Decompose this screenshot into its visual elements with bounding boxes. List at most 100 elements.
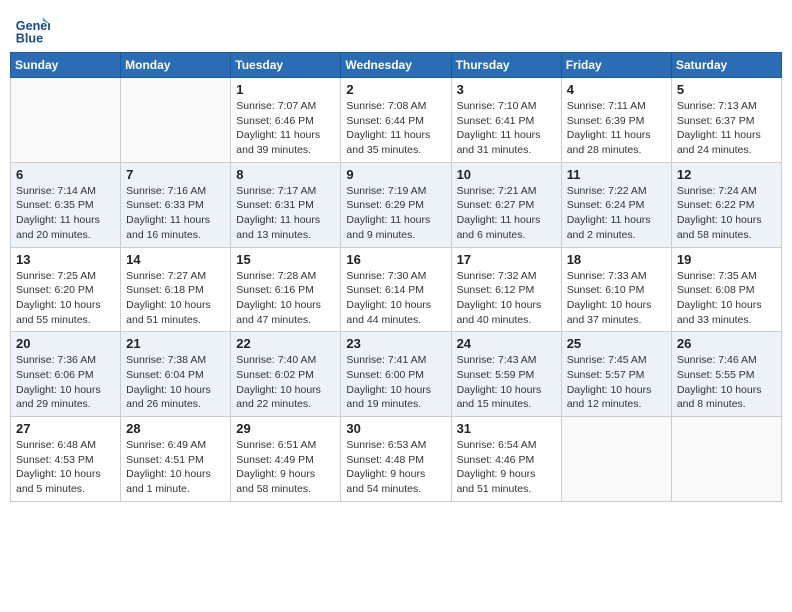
day-info: Sunrise: 7:16 AMSunset: 6:33 PMDaylight:…	[126, 184, 225, 243]
calendar-cell: 17 Sunrise: 7:32 AMSunset: 6:12 PMDayligh…	[451, 247, 561, 332]
day-info: Sunrise: 7:43 AMSunset: 5:59 PMDaylight:…	[457, 353, 556, 412]
calendar-cell: 2Sunrise: 7:08 AMSunset: 6:44 PMDaylight…	[341, 78, 451, 163]
logo-icon: General Blue	[14, 10, 50, 46]
calendar-cell: 10 Sunrise: 7:21 AMSunset: 6:27 PMDayligh…	[451, 162, 561, 247]
day-info: Sunrise: 7:19 AMSunset: 6:29 PMDaylight:…	[346, 184, 445, 243]
day-number: 29	[236, 421, 335, 436]
day-number: 31	[457, 421, 556, 436]
weekday-header-saturday: Saturday	[671, 53, 781, 78]
calendar-cell: 14Sunrise: 7:27 AMSunset: 6:18 PMDayligh…	[121, 247, 231, 332]
day-number: 13	[16, 252, 115, 267]
day-info: Sunrise: 6:48 AMSunset: 4:53 PMDaylight:…	[16, 438, 115, 497]
day-info: Sunrise: 7:33 AMSunset: 6:10 PMDaylight:…	[567, 269, 666, 328]
calendar-cell: 28 Sunrise: 6:49 AMSunset: 4:51 PMDayligh…	[121, 417, 231, 502]
day-number: 9	[346, 167, 445, 182]
calendar-cell	[561, 417, 671, 502]
day-number: 20	[16, 336, 115, 351]
day-info: Sunrise: 7:25 AMSunset: 6:20 PMDaylight:…	[16, 269, 115, 328]
day-info: Sunrise: 7:30 AMSunset: 6:14 PMDaylight:…	[346, 269, 445, 328]
day-number: 17	[457, 252, 556, 267]
calendar-cell: 16 Sunrise: 7:30 AMSunset: 6:14 PMDayligh…	[341, 247, 451, 332]
day-number: 12	[677, 167, 776, 182]
day-info: Sunrise: 7:11 AMSunset: 6:39 PMDaylight:…	[567, 99, 666, 158]
day-number: 10	[457, 167, 556, 182]
calendar-cell: 27 Sunrise: 6:48 AMSunset: 4:53 PMDayligh…	[11, 417, 121, 502]
day-info: Sunrise: 7:45 AMSunset: 5:57 PMDaylight:…	[567, 353, 666, 412]
calendar-cell: 8 Sunrise: 7:17 AMSunset: 6:31 PMDaylight…	[231, 162, 341, 247]
day-number: 16	[346, 252, 445, 267]
calendar-cell: 1 Sunrise: 7:07 AMSunset: 6:46 PMDaylight…	[231, 78, 341, 163]
day-info: Sunrise: 7:21 AMSunset: 6:27 PMDaylight:…	[457, 184, 556, 243]
day-number: 2	[346, 82, 445, 97]
day-number: 19	[677, 252, 776, 267]
day-info: Sunrise: 6:49 AMSunset: 4:51 PMDaylight:…	[126, 438, 225, 497]
day-info: Sunrise: 7:38 AMSunset: 6:04 PMDaylight:…	[126, 353, 225, 412]
day-info: Sunrise: 6:51 AMSunset: 4:49 PMDaylight:…	[236, 438, 335, 497]
logo: General Blue	[14, 10, 54, 46]
day-number: 24	[457, 336, 556, 351]
day-number: 30	[346, 421, 445, 436]
weekday-header-tuesday: Tuesday	[231, 53, 341, 78]
day-info: Sunrise: 7:24 AMSunset: 6:22 PMDaylight:…	[677, 184, 776, 243]
day-number: 3	[457, 82, 556, 97]
calendar-cell: 7Sunrise: 7:16 AMSunset: 6:33 PMDaylight…	[121, 162, 231, 247]
day-info: Sunrise: 7:27 AMSunset: 6:18 PMDaylight:…	[126, 269, 225, 328]
day-info: Sunrise: 7:07 AMSunset: 6:46 PMDaylight:…	[236, 99, 335, 158]
day-number: 26	[677, 336, 776, 351]
day-info: Sunrise: 7:36 AMSunset: 6:06 PMDaylight:…	[16, 353, 115, 412]
day-number: 15	[236, 252, 335, 267]
weekday-header-thursday: Thursday	[451, 53, 561, 78]
day-number: 4	[567, 82, 666, 97]
day-info: Sunrise: 7:17 AMSunset: 6:31 PMDaylight:…	[236, 184, 335, 243]
day-info: Sunrise: 7:22 AMSunset: 6:24 PMDaylight:…	[567, 184, 666, 243]
weekday-header-wednesday: Wednesday	[341, 53, 451, 78]
calendar-cell: 22Sunrise: 7:40 AMSunset: 6:02 PMDayligh…	[231, 332, 341, 417]
day-number: 23	[346, 336, 445, 351]
day-info: Sunrise: 7:35 AMSunset: 6:08 PMDaylight:…	[677, 269, 776, 328]
calendar-cell: 30 Sunrise: 6:53 AMSunset: 4:48 PMDayligh…	[341, 417, 451, 502]
day-info: Sunrise: 7:14 AMSunset: 6:35 PMDaylight:…	[16, 184, 115, 243]
page-header: General Blue	[10, 10, 782, 46]
calendar-cell: 25 Sunrise: 7:45 AMSunset: 5:57 PMDayligh…	[561, 332, 671, 417]
calendar-cell: 11 Sunrise: 7:22 AMSunset: 6:24 PMDayligh…	[561, 162, 671, 247]
day-info: Sunrise: 6:53 AMSunset: 4:48 PMDaylight:…	[346, 438, 445, 497]
day-number: 25	[567, 336, 666, 351]
day-info: Sunrise: 7:32 AMSunset: 6:12 PMDaylight:…	[457, 269, 556, 328]
calendar-cell: 12 Sunrise: 7:24 AMSunset: 6:22 PMDayligh…	[671, 162, 781, 247]
calendar-cell: 26 Sunrise: 7:46 AMSunset: 5:55 PMDayligh…	[671, 332, 781, 417]
calendar-table: SundayMondayTuesdayWednesdayThursdayFrid…	[10, 52, 782, 502]
day-number: 18	[567, 252, 666, 267]
calendar-cell: 18 Sunrise: 7:33 AMSunset: 6:10 PMDayligh…	[561, 247, 671, 332]
day-number: 8	[236, 167, 335, 182]
day-number: 27	[16, 421, 115, 436]
day-info: Sunrise: 7:13 AMSunset: 6:37 PMDaylight:…	[677, 99, 776, 158]
calendar-cell: 31 Sunrise: 6:54 AMSunset: 4:46 PMDayligh…	[451, 417, 561, 502]
day-info: Sunrise: 6:54 AMSunset: 4:46 PMDaylight:…	[457, 438, 556, 497]
day-info: Sunrise: 7:10 AMSunset: 6:41 PMDaylight:…	[457, 99, 556, 158]
calendar-cell: 4 Sunrise: 7:11 AMSunset: 6:39 PMDaylight…	[561, 78, 671, 163]
weekday-header-sunday: Sunday	[11, 53, 121, 78]
day-number: 11	[567, 167, 666, 182]
calendar-cell	[671, 417, 781, 502]
calendar-cell: 29 Sunrise: 6:51 AMSunset: 4:49 PMDayligh…	[231, 417, 341, 502]
day-number: 22	[236, 336, 335, 351]
day-number: 5	[677, 82, 776, 97]
day-number: 1	[236, 82, 335, 97]
day-info: Sunrise: 7:41 AMSunset: 6:00 PMDaylight:…	[346, 353, 445, 412]
day-number: 21	[126, 336, 225, 351]
calendar-cell: 3 Sunrise: 7:10 AMSunset: 6:41 PMDaylight…	[451, 78, 561, 163]
day-info: Sunrise: 7:28 AMSunset: 6:16 PMDaylight:…	[236, 269, 335, 328]
calendar-cell: 20 Sunrise: 7:36 AMSunset: 6:06 PMDayligh…	[11, 332, 121, 417]
day-info: Sunrise: 7:46 AMSunset: 5:55 PMDaylight:…	[677, 353, 776, 412]
weekday-header-monday: Monday	[121, 53, 231, 78]
calendar-cell	[11, 78, 121, 163]
weekday-header-friday: Friday	[561, 53, 671, 78]
calendar-cell: 13 Sunrise: 7:25 AMSunset: 6:20 PMDayligh…	[11, 247, 121, 332]
svg-text:Blue: Blue	[16, 31, 43, 45]
day-number: 28	[126, 421, 225, 436]
calendar-cell: 19 Sunrise: 7:35 AMSunset: 6:08 PMDayligh…	[671, 247, 781, 332]
calendar-cell: 5 Sunrise: 7:13 AMSunset: 6:37 PMDaylight…	[671, 78, 781, 163]
calendar-cell: 24 Sunrise: 7:43 AMSunset: 5:59 PMDayligh…	[451, 332, 561, 417]
calendar-cell: 21 Sunrise: 7:38 AMSunset: 6:04 PMDayligh…	[121, 332, 231, 417]
calendar-cell: 23 Sunrise: 7:41 AMSunset: 6:00 PMDayligh…	[341, 332, 451, 417]
